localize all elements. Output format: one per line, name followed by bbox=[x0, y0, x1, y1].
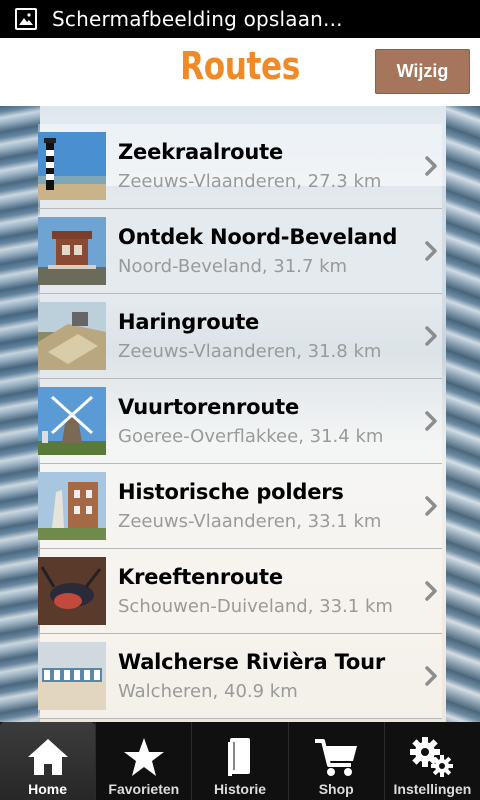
route-item[interactable]: Zeekraalroute Zeeuws-Vlaanderen, 27.3 km bbox=[38, 124, 442, 209]
notification-text: Schermafbeelding opslaan... bbox=[52, 7, 343, 31]
route-name: Vuurtorenroute bbox=[118, 395, 299, 419]
route-name: Ontdek Noord-Beveland bbox=[118, 225, 398, 249]
route-thumbnail bbox=[38, 472, 106, 540]
route-subtitle: Zeeuws-Vlaanderen, 27.3 km bbox=[118, 171, 382, 192]
route-item[interactable]: Ontdek Noord-Beveland Noord-Beveland, 31… bbox=[38, 209, 442, 294]
book-icon bbox=[225, 735, 255, 779]
edit-button[interactable]: Wijzig bbox=[375, 49, 470, 94]
route-subtitle: Zeeuws-Vlaanderen, 33.1 km bbox=[118, 511, 382, 532]
tab-favorites[interactable]: Favorieten bbox=[95, 722, 191, 800]
route-list-area: Zeekraalroute Zeeuws-Vlaanderen, 27.3 km… bbox=[0, 106, 480, 722]
tab-label: Home bbox=[28, 781, 68, 797]
route-name: Walcherse Rivièra Tour bbox=[118, 650, 386, 674]
route-subtitle: Schouwen-Duiveland, 33.1 km bbox=[118, 596, 393, 617]
route-subtitle: Noord-Beveland, 31.7 km bbox=[118, 256, 348, 277]
route-thumbnail bbox=[38, 302, 106, 370]
route-thumbnail bbox=[38, 132, 106, 200]
gears-icon bbox=[409, 735, 455, 779]
decorative-edge-left bbox=[0, 106, 40, 722]
chevron-right-icon bbox=[422, 494, 440, 518]
route-thumbnail bbox=[38, 557, 106, 625]
chevron-right-icon bbox=[422, 239, 440, 263]
route-subtitle: Zeeuws-Vlaanderen, 31.8 km bbox=[118, 341, 382, 362]
route-item[interactable]: Walcherse Rivièra Tour Walcheren, 40.9 k… bbox=[38, 634, 442, 719]
route-thumbnail bbox=[38, 387, 106, 455]
route-name: Haringroute bbox=[118, 310, 260, 334]
star-icon bbox=[123, 735, 165, 779]
image-icon bbox=[15, 8, 37, 30]
chevron-right-icon bbox=[422, 324, 440, 348]
chevron-right-icon bbox=[422, 154, 440, 178]
route-list: Zeekraalroute Zeeuws-Vlaanderen, 27.3 km… bbox=[38, 124, 442, 719]
route-item[interactable]: Kreeftenroute Schouwen-Duiveland, 33.1 k… bbox=[38, 549, 442, 634]
decorative-edge-right bbox=[446, 106, 480, 722]
route-name: Historische polders bbox=[118, 480, 344, 504]
tab-label: Historie bbox=[213, 781, 267, 797]
route-item[interactable]: Haringroute Zeeuws-Vlaanderen, 31.8 km bbox=[38, 294, 442, 379]
tab-label: Instellingen bbox=[393, 781, 472, 797]
route-thumbnail bbox=[38, 217, 106, 285]
route-item[interactable]: Vuurtorenroute Goeree-Overflakkee, 31.4 … bbox=[38, 379, 442, 464]
chevron-right-icon bbox=[422, 664, 440, 688]
tab-label: Shop bbox=[318, 781, 354, 797]
tab-history[interactable]: Historie bbox=[191, 722, 287, 800]
route-subtitle: Goeree-Overflakkee, 31.4 km bbox=[118, 426, 384, 447]
tab-shop[interactable]: Shop bbox=[287, 722, 384, 800]
route-name: Kreeftenroute bbox=[118, 565, 283, 589]
route-thumbnail bbox=[38, 642, 106, 710]
chevron-right-icon bbox=[422, 409, 440, 433]
cart-icon bbox=[313, 735, 359, 779]
route-subtitle: Walcheren, 40.9 km bbox=[118, 681, 298, 702]
status-bar: Schermafbeelding opslaan... bbox=[0, 0, 480, 38]
tab-label: Favorieten bbox=[108, 781, 180, 797]
tab-settings[interactable]: Instellingen bbox=[383, 722, 480, 800]
route-name: Zeekraalroute bbox=[118, 140, 283, 164]
route-item[interactable]: Historische polders Zeeuws-Vlaanderen, 3… bbox=[38, 464, 442, 549]
tab-home[interactable]: Home bbox=[0, 722, 96, 800]
chevron-right-icon bbox=[422, 579, 440, 603]
tab-bar: Home Favorieten Historie Shop Instelling… bbox=[0, 722, 480, 800]
header: Routes Wijzig bbox=[0, 38, 480, 107]
home-icon bbox=[26, 735, 70, 779]
